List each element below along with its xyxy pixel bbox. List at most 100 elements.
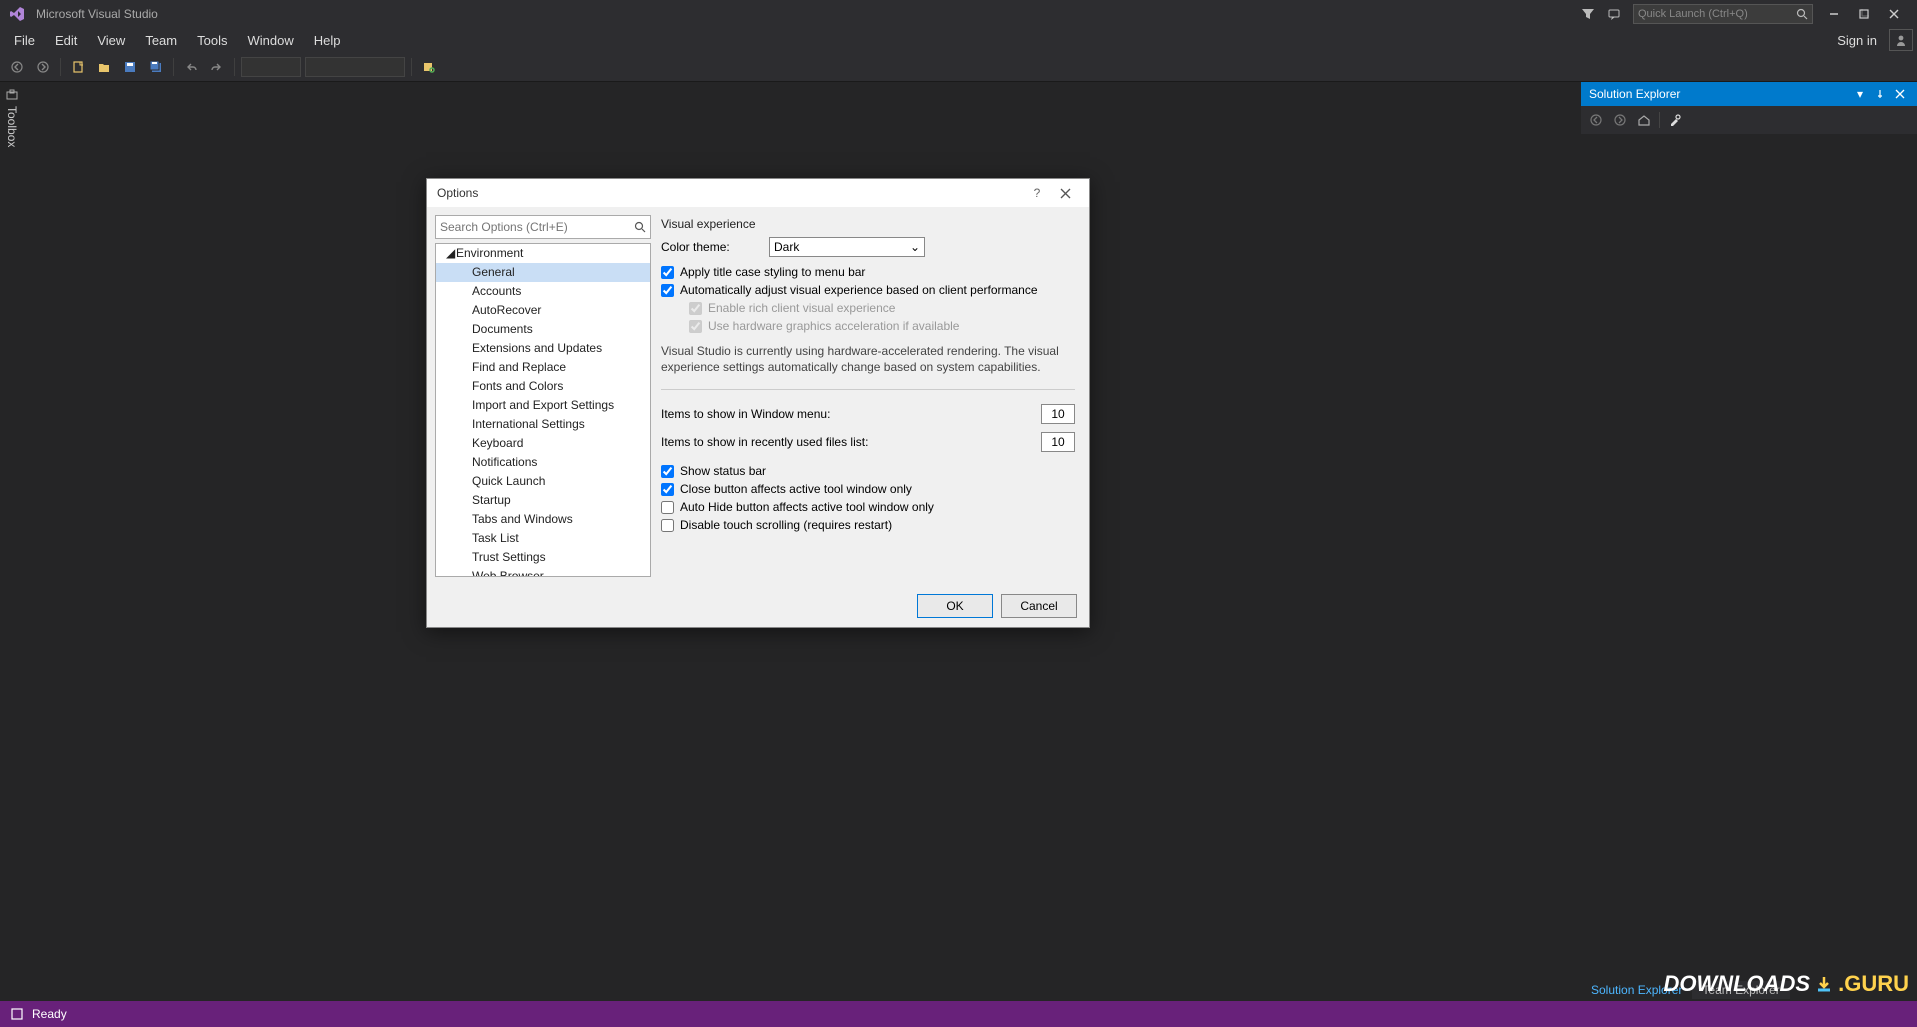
app-title: Microsoft Visual Studio — [36, 7, 158, 21]
search-icon — [634, 221, 646, 233]
se-home-icon[interactable] — [1635, 111, 1653, 129]
status-text: Ready — [32, 1007, 67, 1021]
config-dropdown[interactable] — [241, 57, 301, 77]
tree-item-documents[interactable]: Documents — [436, 320, 650, 339]
cb-close-tool[interactable]: Close button affects active tool window … — [661, 482, 1075, 496]
minimize-button[interactable] — [1819, 1, 1849, 27]
panel-close-icon[interactable] — [1891, 85, 1909, 103]
statusbar: Ready — [0, 1001, 1917, 1027]
download-arrow-icon — [1814, 974, 1834, 994]
sign-in-link[interactable]: Sign in — [1837, 33, 1883, 48]
se-fwd-icon[interactable] — [1611, 111, 1629, 129]
tree-item-quick-launch[interactable]: Quick Launch — [436, 472, 650, 491]
dialog-title: Options — [437, 186, 1023, 200]
search-icon — [1796, 8, 1808, 20]
se-properties-icon[interactable] — [1666, 111, 1684, 129]
solution-explorer-header: Solution Explorer ▾ — [1581, 82, 1917, 106]
tree-item-trust-settings[interactable]: Trust Settings — [436, 548, 650, 567]
new-file-icon[interactable] — [67, 56, 89, 78]
dialog-titlebar: Options ? — [427, 179, 1089, 207]
menu-edit[interactable]: Edit — [45, 31, 87, 50]
menubar: File Edit View Team Tools Window Help Si… — [0, 28, 1917, 52]
pin-icon[interactable] — [1871, 85, 1889, 103]
watermark-suffix: .GURU — [1838, 971, 1909, 997]
user-icon[interactable] — [1889, 29, 1913, 51]
watermark: DOWNLOADS .GURU — [1663, 971, 1909, 997]
nav-back-icon[interactable] — [6, 56, 28, 78]
feedback-icon[interactable] — [1601, 1, 1627, 27]
notification-filter-icon[interactable] — [1575, 1, 1601, 27]
toolbox-label: Toolbox — [5, 102, 19, 147]
nav-fwd-icon[interactable] — [32, 56, 54, 78]
solution-explorer-title: Solution Explorer — [1589, 87, 1680, 101]
tree-item-notifications[interactable]: Notifications — [436, 453, 650, 472]
vs-logo-icon — [8, 5, 26, 23]
solution-explorer-panel: Solution Explorer ▾ Solution Explorer Te… — [1581, 82, 1917, 1001]
cb-rich-client: Enable rich client visual experience — [689, 301, 1075, 315]
toolbox-tab[interactable]: Toolbox — [0, 82, 24, 147]
save-all-icon[interactable] — [145, 56, 167, 78]
find-icon[interactable] — [418, 56, 440, 78]
menu-window[interactable]: Window — [237, 31, 303, 50]
menu-view[interactable]: View — [87, 31, 135, 50]
options-search[interactable] — [435, 215, 651, 239]
tree-item-autorecover[interactable]: AutoRecover — [436, 301, 650, 320]
tree-item-extensions[interactable]: Extensions and Updates — [436, 339, 650, 358]
maximize-button[interactable] — [1849, 1, 1879, 27]
options-dialog: Options ? ◢Environment General Accounts … — [426, 178, 1090, 628]
tree-item-international[interactable]: International Settings — [436, 415, 650, 434]
ok-button[interactable]: OK — [917, 594, 993, 618]
cb-autohide-tool[interactable]: Auto Hide button affects active tool win… — [661, 500, 1075, 514]
chevron-down-icon: ⌄ — [910, 240, 920, 254]
items-recent-input[interactable] — [1041, 432, 1075, 452]
tree-item-general[interactable]: General — [436, 263, 650, 282]
dialog-help-icon[interactable]: ? — [1023, 182, 1051, 204]
tree-item-import-export[interactable]: Import and Export Settings — [436, 396, 650, 415]
tree-item-keyboard[interactable]: Keyboard — [436, 434, 650, 453]
cb-status-bar[interactable]: Show status bar — [661, 464, 1075, 478]
panel-dropdown-icon[interactable]: ▾ — [1851, 85, 1869, 103]
titlebar: Microsoft Visual Studio Quick Launch (Ct… — [0, 0, 1917, 28]
items-window-label: Items to show in Window menu: — [661, 407, 1041, 421]
open-folder-icon[interactable] — [93, 56, 115, 78]
visual-experience-label: Visual experience — [661, 217, 1075, 231]
menu-tools[interactable]: Tools — [187, 31, 237, 50]
quick-launch-input[interactable]: Quick Launch (Ctrl+Q) — [1633, 4, 1813, 24]
color-theme-value: Dark — [774, 240, 799, 254]
redo-icon[interactable] — [206, 56, 228, 78]
color-theme-label: Color theme: — [661, 240, 761, 254]
cb-touch-scroll[interactable]: Disable touch scrolling (requires restar… — [661, 518, 1075, 532]
dialog-right-pane: Visual experience Color theme: Dark ⌄ Ap… — [661, 215, 1081, 577]
cb-auto-adjust[interactable]: Automatically adjust visual experience b… — [661, 283, 1075, 297]
watermark-main: DOWNLOADS — [1663, 971, 1810, 997]
tree-item-web-browser[interactable]: Web Browser — [436, 567, 650, 577]
close-button[interactable] — [1879, 1, 1909, 27]
toolbox-icon — [5, 88, 19, 102]
cancel-button[interactable]: Cancel — [1001, 594, 1077, 618]
info-text: Visual Studio is currently using hardwar… — [661, 343, 1075, 375]
undo-icon[interactable] — [180, 56, 202, 78]
options-tree[interactable]: ◢Environment General Accounts AutoRecove… — [435, 243, 651, 577]
solution-explorer-toolbar — [1581, 106, 1917, 134]
menu-file[interactable]: File — [4, 31, 45, 50]
tree-item-find-replace[interactable]: Find and Replace — [436, 358, 650, 377]
save-icon[interactable] — [119, 56, 141, 78]
dialog-close-icon[interactable] — [1051, 182, 1079, 204]
tree-item-tabs-windows[interactable]: Tabs and Windows — [436, 510, 650, 529]
menu-help[interactable]: Help — [304, 31, 351, 50]
items-window-input[interactable] — [1041, 404, 1075, 424]
menu-team[interactable]: Team — [135, 31, 187, 50]
color-theme-dropdown[interactable]: Dark ⌄ — [769, 237, 925, 257]
platform-dropdown[interactable] — [305, 57, 405, 77]
items-recent-label: Items to show in recently used files lis… — [661, 435, 1041, 449]
se-back-icon[interactable] — [1587, 111, 1605, 129]
quick-launch-placeholder: Quick Launch (Ctrl+Q) — [1638, 8, 1748, 20]
options-search-input[interactable] — [440, 220, 634, 234]
tree-cat-environment[interactable]: ◢Environment — [436, 244, 650, 263]
tree-item-task-list[interactable]: Task List — [436, 529, 650, 548]
status-icon — [10, 1007, 24, 1021]
cb-title-case[interactable]: Apply title case styling to menu bar — [661, 265, 1075, 279]
tree-item-startup[interactable]: Startup — [436, 491, 650, 510]
tree-item-accounts[interactable]: Accounts — [436, 282, 650, 301]
tree-item-fonts-colors[interactable]: Fonts and Colors — [436, 377, 650, 396]
